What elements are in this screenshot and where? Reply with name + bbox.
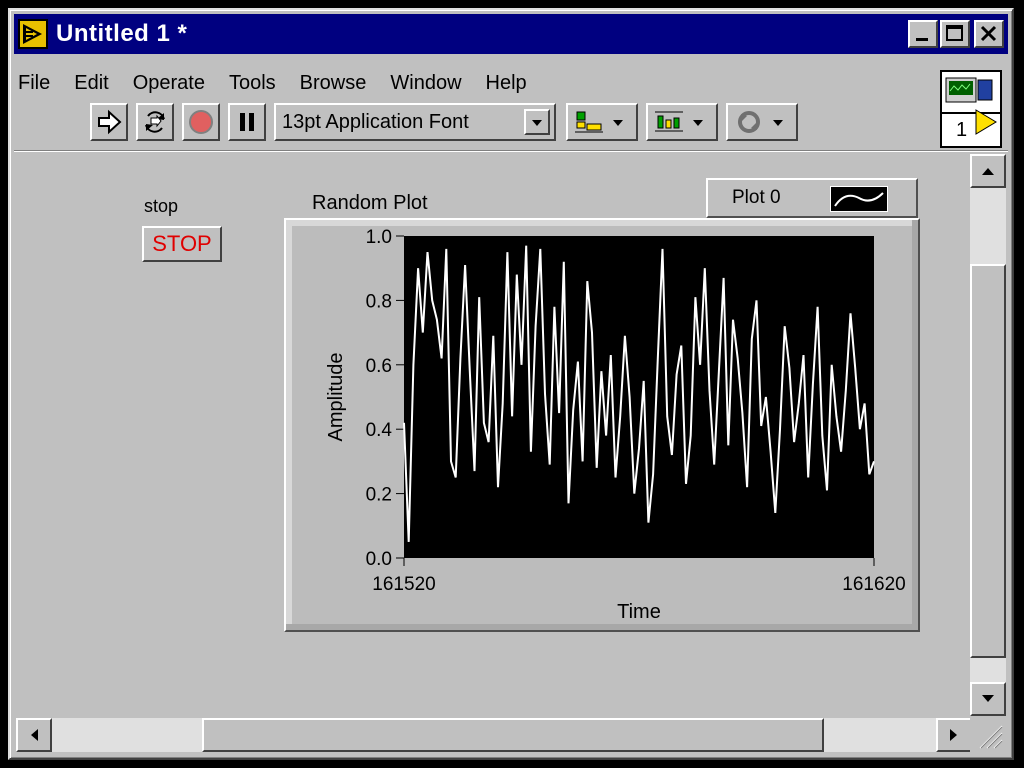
chart-title: Random Plot — [312, 192, 428, 214]
vertical-scroll-thumb[interactable] — [970, 264, 1006, 658]
close-button[interactable] — [974, 20, 1004, 48]
align-objects-icon — [575, 111, 623, 133]
reorder-objects-button[interactable] — [726, 103, 798, 141]
run-button[interactable] — [90, 103, 128, 141]
chevron-down-icon — [982, 695, 994, 702]
x-axis-label: Time — [617, 601, 661, 623]
title-bar[interactable]: Untitled 1 * — [14, 14, 1008, 54]
y-tick-label: 0.4 — [366, 420, 393, 441]
minimize-icon — [916, 38, 928, 41]
vi-connector-icon[interactable]: 1 — [940, 70, 1002, 148]
run-continuously-icon — [145, 111, 165, 133]
toolbar: 13pt Application Font — [90, 102, 806, 142]
scroll-right-button[interactable] — [936, 718, 972, 752]
font-select[interactable]: 13pt Application Font — [274, 103, 556, 141]
scroll-up-button[interactable] — [970, 154, 1006, 188]
distribute-objects-icon — [655, 111, 703, 132]
menu-operate[interactable]: Operate — [131, 72, 207, 95]
menu-file[interactable]: File — [16, 72, 52, 95]
labview-vi-icon[interactable] — [18, 19, 48, 49]
abort-execution-button[interactable] — [182, 103, 220, 141]
window-title: Untitled 1 * — [56, 20, 188, 47]
plot-legend[interactable]: Plot 0 — [706, 178, 918, 218]
chart-svg: 0.0 0.2 0.4 0.6 0.8 1.0 161520 161620 Amplitude… — [325, 227, 906, 623]
y-tick-label: 0.2 — [366, 485, 392, 506]
chevron-up-icon — [982, 168, 994, 175]
pause-button[interactable] — [228, 103, 266, 141]
legend-line-swatch — [830, 186, 888, 212]
y-axis-label: Amplitude — [325, 353, 347, 442]
vi-icon-label: 1 — [956, 119, 967, 141]
menu-window[interactable]: Window — [388, 72, 463, 95]
horizontal-scroll-thumb[interactable] — [202, 718, 824, 752]
horizontal-scrollbar[interactable] — [16, 718, 972, 752]
menu-help[interactable]: Help — [484, 72, 529, 95]
font-select-value: 13pt Application Font — [282, 110, 469, 133]
stop-button[interactable]: STOP — [142, 226, 222, 262]
menu-tools[interactable]: Tools — [227, 72, 278, 95]
menu-edit[interactable]: Edit — [72, 72, 110, 95]
toolbar-divider — [14, 150, 1008, 152]
x-tick-label: 161520 — [372, 574, 435, 595]
menu-browse[interactable]: Browse — [298, 72, 369, 95]
vi-front-panel-window: Untitled 1 * File Edit Operate Tools Bro… — [8, 8, 1014, 760]
y-tick-label: 0.8 — [366, 291, 392, 312]
y-tick-label: 1.0 — [366, 227, 392, 248]
waveform-chart[interactable]: 0.0 0.2 0.4 0.6 0.8 1.0 161520 161620 Amplitude… — [284, 218, 920, 632]
front-panel[interactable]: stop STOP Random Plot Plot 0 0.0 0.2 0.4 0.… — [16, 154, 972, 716]
plot-area[interactable] — [404, 236, 874, 558]
run-arrow-icon — [98, 109, 122, 135]
maximize-button[interactable] — [940, 20, 970, 48]
distribute-objects-button[interactable] — [646, 103, 718, 141]
menu-bar: File Edit Operate Tools Browse Window He… — [16, 68, 549, 98]
minimize-button[interactable] — [908, 20, 938, 48]
chevron-down-icon — [524, 109, 550, 135]
run-continuously-button[interactable] — [136, 103, 174, 141]
reorder-objects-icon — [738, 111, 783, 133]
scroll-down-button[interactable] — [970, 682, 1006, 716]
scroll-left-button[interactable] — [16, 718, 52, 752]
maximize-icon — [946, 25, 963, 41]
close-icon — [980, 25, 997, 42]
chevron-right-icon — [950, 729, 957, 741]
x-tick-label: 161620 — [842, 574, 905, 595]
align-objects-button[interactable] — [566, 103, 638, 141]
chevron-left-icon — [31, 729, 38, 741]
legend-series-name: Plot 0 — [732, 187, 781, 208]
resize-grip-icon[interactable] — [970, 718, 1006, 752]
stop-sign-icon — [189, 110, 213, 134]
vertical-scrollbar[interactable] — [970, 154, 1006, 716]
pause-icon — [240, 113, 254, 131]
y-tick-label: 0.6 — [366, 356, 392, 377]
y-tick-label: 0.0 — [366, 549, 392, 570]
stop-control-label: stop — [144, 196, 179, 216]
